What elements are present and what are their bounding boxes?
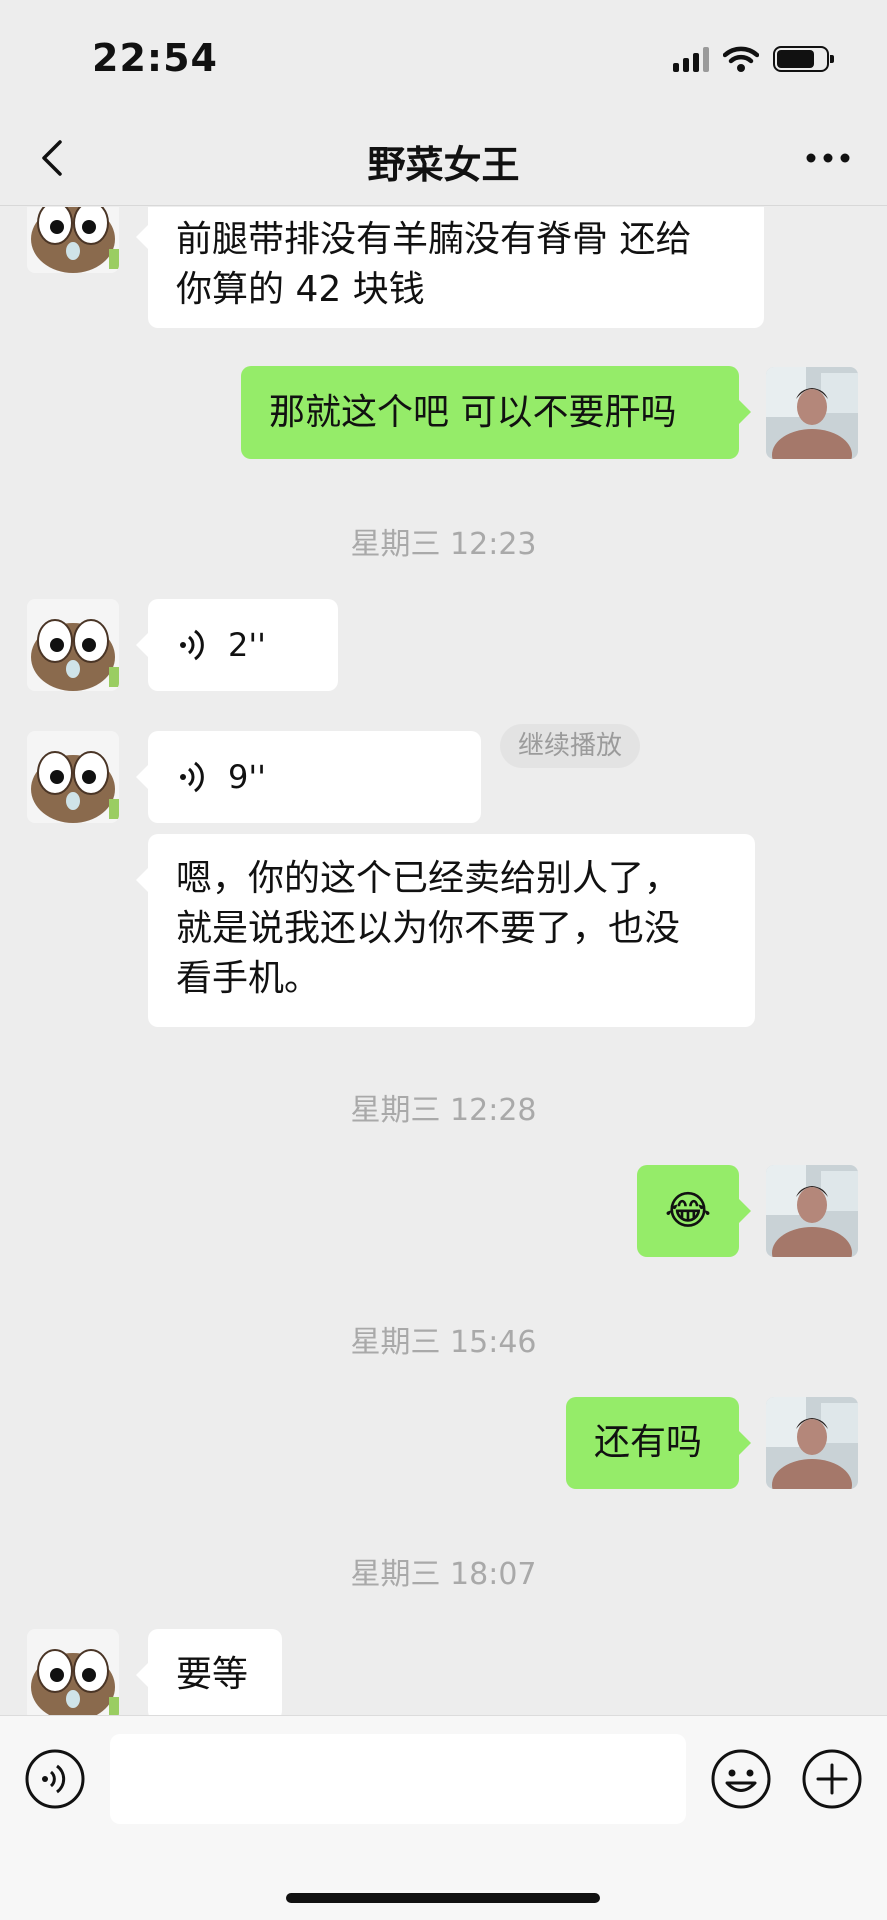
contact-avatar[interactable] bbox=[27, 599, 119, 691]
timestamp: 星期三 12:23 bbox=[350, 527, 537, 562]
timestamp: 星期三 15:46 bbox=[350, 1325, 537, 1360]
my-avatar[interactable] bbox=[766, 1397, 858, 1489]
voice-duration: 2'' bbox=[228, 626, 266, 664]
voice-wave-icon bbox=[180, 629, 204, 661]
message-list[interactable]: 前腿带排没有羊腩没有脊骨 还给 你算的 42 块钱 那就这个吧 可以不要肝吗 星… bbox=[0, 207, 887, 1715]
timestamp: 星期三 18:07 bbox=[350, 1557, 537, 1592]
wifi-icon bbox=[723, 46, 759, 72]
timestamp: 星期三 12:28 bbox=[350, 1093, 537, 1128]
cellular-signal-icon bbox=[673, 46, 709, 72]
contact-avatar[interactable] bbox=[27, 731, 119, 823]
message-text: 前腿带排没有羊腩没有脊骨 还给 bbox=[176, 219, 692, 260]
message-text: 要等 bbox=[176, 1654, 249, 1695]
home-indicator[interactable] bbox=[286, 1893, 600, 1903]
voice-message-bubble[interactable]: 2'' bbox=[136, 599, 338, 691]
message-text: 那就这个吧 可以不要肝吗 bbox=[269, 392, 677, 433]
status-time: 22:54 bbox=[92, 36, 218, 80]
continue-playing-button[interactable]: 继续播放 bbox=[500, 724, 641, 768]
message-input[interactable] bbox=[110, 1734, 686, 1824]
battery-icon bbox=[773, 46, 834, 72]
more-dots-icon[interactable] bbox=[803, 140, 853, 176]
message-bubble-received[interactable]: 嗯，你的这个已经卖给别人了， 就是说我还以为你不要了，也没 看手机。 bbox=[136, 834, 755, 1027]
chat-header: 野菜女王 bbox=[0, 110, 887, 206]
message-text: 你算的 42 块钱 bbox=[176, 269, 425, 310]
dog-avatar-icon bbox=[27, 1629, 119, 1715]
contact-avatar[interactable] bbox=[27, 1629, 119, 1715]
message-text: 嗯，你的这个已经卖给别人了， bbox=[176, 858, 681, 899]
message-text: 还有吗 bbox=[594, 1422, 703, 1463]
plus-circle-icon[interactable] bbox=[801, 1748, 863, 1810]
message-bubble-received[interactable]: 前腿带排没有羊腩没有脊骨 还给 你算的 42 块钱 bbox=[136, 207, 764, 328]
status-bar: 22:54 bbox=[0, 0, 887, 110]
voice-input-icon[interactable] bbox=[24, 1748, 86, 1810]
message-text: 看手机。 bbox=[176, 958, 321, 999]
dog-avatar-icon bbox=[27, 731, 119, 823]
my-avatar[interactable] bbox=[766, 367, 858, 459]
profile-photo-icon bbox=[766, 1397, 858, 1489]
voice-message-bubble[interactable]: 9'' bbox=[136, 731, 481, 823]
profile-photo-icon bbox=[766, 1165, 858, 1257]
voice-duration: 9'' bbox=[228, 758, 266, 796]
dog-avatar-icon bbox=[27, 207, 119, 273]
dog-avatar-icon bbox=[27, 599, 119, 691]
status-icons bbox=[673, 44, 834, 74]
emoji-face-icon[interactable] bbox=[710, 1748, 772, 1810]
contact-avatar[interactable] bbox=[27, 207, 119, 273]
voice-wave-icon bbox=[180, 761, 204, 793]
emoji-tears-of-joy: 😂 bbox=[664, 1188, 712, 1234]
message-text: 就是说我还以为你不要了，也没 bbox=[176, 908, 681, 949]
chat-title[interactable]: 野菜女王 bbox=[0, 134, 887, 189]
message-bubble-received[interactable]: 要等 bbox=[136, 1629, 282, 1715]
message-bubble-sent[interactable]: 😂 bbox=[637, 1165, 751, 1257]
input-bar bbox=[0, 1715, 887, 1920]
my-avatar[interactable] bbox=[766, 1165, 858, 1257]
profile-photo-icon bbox=[766, 367, 858, 459]
message-bubble-sent[interactable]: 还有吗 bbox=[566, 1397, 751, 1489]
message-bubble-sent[interactable]: 那就这个吧 可以不要肝吗 bbox=[241, 366, 751, 459]
